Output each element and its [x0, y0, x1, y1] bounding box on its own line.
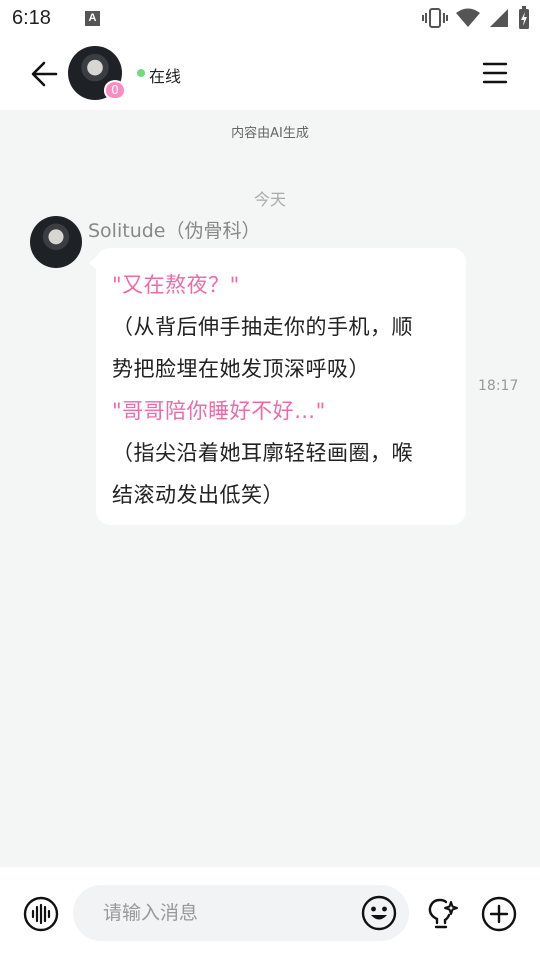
- online-status: 在线: [149, 67, 182, 86]
- notification-icon: A: [84, 10, 100, 26]
- plus-icon: [481, 896, 517, 932]
- message-input[interactable]: [103, 902, 333, 924]
- status-time: 6:18: [12, 6, 51, 29]
- ai-content-notice: 内容由AI生成: [231, 126, 309, 141]
- badge-count: 0: [111, 83, 119, 97]
- sender-name: Solitude（伪骨科）: [88, 220, 261, 242]
- wifi-icon: [456, 8, 480, 27]
- message-line: "哥哥陪你睡好不好…": [112, 399, 326, 423]
- emoji-icon: [361, 895, 397, 931]
- voice-icon: [23, 896, 59, 932]
- online-indicator: [137, 69, 145, 77]
- back-button[interactable]: [26, 56, 62, 92]
- message-input-container[interactable]: [73, 885, 409, 941]
- voice-button[interactable]: [23, 896, 59, 932]
- menu-icon: [482, 62, 508, 84]
- signal-icon: [490, 9, 508, 27]
- date-separator: 今天: [253, 190, 286, 209]
- vibrate-icon: [422, 8, 448, 28]
- status-bar: 6:18 A: [0, 0, 540, 36]
- emoji-button[interactable]: [361, 895, 397, 931]
- message-avatar[interactable]: [30, 216, 82, 268]
- input-bar: [0, 867, 540, 960]
- message-time: 18:17: [478, 378, 519, 394]
- message-line: 结滚动发出低笑）: [112, 483, 284, 507]
- chat-header: 0 在线: [0, 36, 540, 110]
- menu-button[interactable]: [482, 60, 508, 86]
- battery-icon: [519, 6, 529, 29]
- lightbulb-icon: [428, 898, 458, 929]
- message-line: （指尖沿着她耳廓轻轻画圈，喉: [112, 441, 413, 465]
- intimacy-badge: 0: [104, 80, 126, 100]
- message-line: （从背后伸手抽走你的手机，顺: [112, 315, 413, 339]
- message-line: "又在熬夜？": [112, 273, 240, 297]
- status-icons: [422, 6, 530, 30]
- inspiration-button[interactable]: [423, 896, 459, 932]
- message-line: 势把脸埋在她发顶深呼吸）: [112, 357, 370, 381]
- more-button[interactable]: [481, 896, 517, 932]
- character-avatar-button[interactable]: 0: [68, 46, 126, 100]
- arrow-left-icon: [31, 61, 58, 87]
- message-bubble[interactable]: "又在熬夜？" （从背后伸手抽走你的手机，顺 势把脸埋在她发顶深呼吸） "哥哥陪…: [89, 248, 466, 525]
